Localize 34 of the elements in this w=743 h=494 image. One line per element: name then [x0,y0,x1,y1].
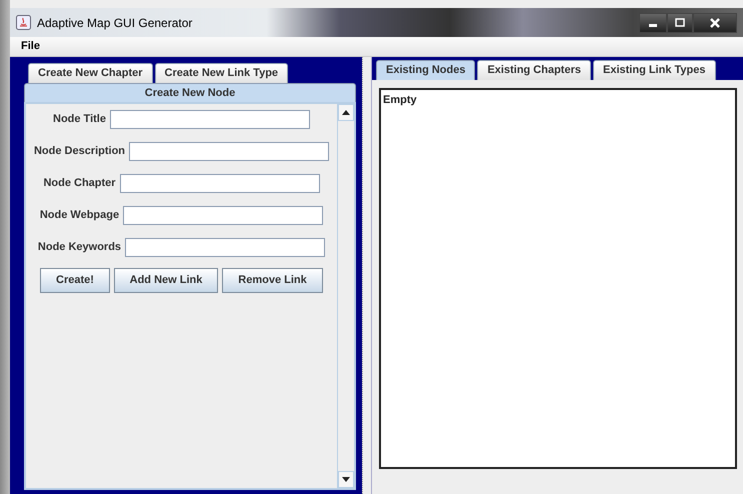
tab[interactable]: Create New Node [24,82,356,102]
up-arrow-icon [342,110,350,115]
list-text: Empty [383,94,417,106]
minimize-icon [649,24,657,27]
field-label: Node Webpage [40,208,120,224]
menu-item[interactable]: File [12,38,49,55]
app-icon [16,14,31,31]
form-button[interactable]: Add New Link [114,268,218,292]
text-field[interactable] [123,206,324,225]
form-button[interactable]: Create! [40,268,110,292]
text-field[interactable] [129,142,330,161]
down-arrow-icon [342,477,350,482]
text-field[interactable] [110,110,310,129]
form-button[interactable]: Remove Link [222,268,323,292]
field-label: Node Keywords [38,240,122,256]
text-field[interactable] [125,238,326,257]
tab[interactable]: Existing Chapters [477,60,591,80]
maximize-icon [673,16,687,30]
close-icon [708,16,722,30]
scroll-down-button[interactable] [338,471,354,488]
tab[interactable]: Create New Chapter [28,63,153,82]
field-label: Node Description [34,144,126,160]
close-button[interactable] [693,12,737,32]
scroll-up-button[interactable] [338,104,354,121]
window-title: Adaptive Map GUI Generator [37,14,192,32]
tab[interactable]: Existing Link Types [593,60,716,80]
minimize-button[interactable] [639,12,667,32]
tab[interactable]: Create New Link Type [154,63,288,82]
text-field[interactable] [120,174,320,193]
field-label: Node Chapter [43,176,116,192]
scrollbar[interactable] [337,104,354,488]
maximize-button[interactable] [667,12,693,32]
field-label: Node Title [53,112,106,128]
tab[interactable]: Existing Nodes [376,60,476,80]
